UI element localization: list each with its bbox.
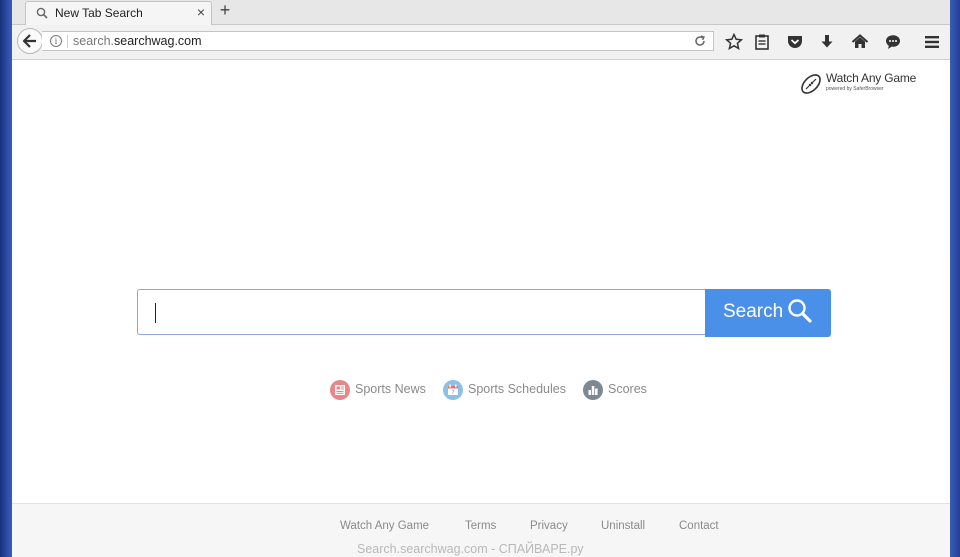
hamburger-menu-icon[interactable] [923, 33, 941, 51]
newspaper-icon [330, 380, 350, 400]
reading-list-icon[interactable] [753, 33, 771, 51]
tab-new-tab-search[interactable]: New Tab Search × [25, 1, 212, 25]
footer-link-uninstall[interactable]: Uninstall [601, 520, 645, 532]
watch-any-game-logo[interactable]: Watch Any Game powered by SaferBrowser [799, 70, 929, 96]
tab-title: New Tab Search [55, 6, 143, 20]
back-arrow-icon [23, 34, 36, 48]
pocket-icon[interactable] [786, 33, 804, 51]
home-icon[interactable] [851, 33, 869, 51]
new-tab-button[interactable]: + [217, 0, 233, 21]
address-bar[interactable]: i search.searchwag.com [42, 31, 714, 51]
page-footer: Watch Any Game Terms Privacy Uninstall C… [12, 503, 950, 557]
back-button[interactable] [17, 28, 43, 54]
scores-label: Scores [608, 382, 647, 396]
reload-icon[interactable] [694, 35, 706, 47]
footer-link-watch-any-game[interactable]: Watch Any Game [340, 520, 429, 532]
chat-icon[interactable] [884, 33, 902, 51]
search-button[interactable]: Search [705, 289, 831, 337]
search-input[interactable] [137, 289, 705, 335]
info-icon[interactable]: i [50, 35, 62, 47]
footer-link-contact[interactable]: Contact [679, 520, 719, 532]
sports-schedules-label: Sports Schedules [468, 382, 566, 396]
navigation-bar: i search.searchwag.com [12, 25, 950, 60]
page-content: Watch Any Game powered by SaferBrowser S… [12, 60, 950, 503]
url-text[interactable]: search.searchwag.com [73, 34, 202, 48]
close-tab-icon[interactable]: × [197, 4, 205, 20]
url-separator [67, 35, 68, 48]
calendar-icon: 7 [443, 380, 463, 400]
text-caret [155, 303, 156, 323]
logo-title: Watch Any Game [826, 71, 917, 85]
desktop-background-left [0, 0, 12, 557]
download-icon[interactable] [818, 33, 836, 51]
logo-subtitle: powered by SaferBrowser [826, 86, 884, 92]
browser-window: New Tab Search × + i search.searchwag.co… [12, 0, 950, 557]
desktop-background-right [950, 0, 960, 557]
quick-links: Sports News 7 Sports Schedules Scores [12, 379, 950, 403]
sports-news-label: Sports News [355, 382, 426, 396]
svg-text:7: 7 [452, 390, 455, 396]
football-icon [801, 74, 821, 94]
footer-link-terms[interactable]: Terms [465, 520, 496, 532]
magnifier-icon [788, 299, 812, 323]
footer-link-privacy[interactable]: Privacy [530, 520, 568, 532]
bar-chart-icon [583, 380, 603, 400]
watermark-text: Search.searchwag.com - СПАЙВАРЕ.ру [357, 542, 584, 556]
bookmark-star-icon[interactable] [725, 33, 743, 51]
search-button-label: Search [723, 301, 784, 322]
search-icon [36, 7, 48, 19]
tab-strip: New Tab Search × + [12, 0, 950, 25]
